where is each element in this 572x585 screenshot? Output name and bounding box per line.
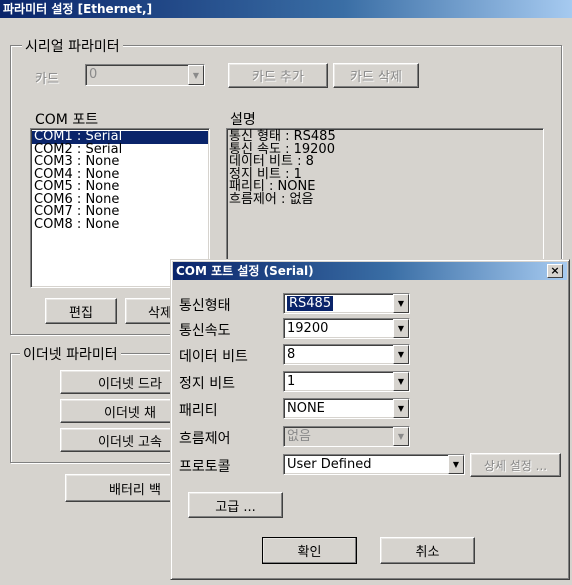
ok-button[interactable]: 확인 — [262, 537, 357, 564]
card-label: 카드 — [35, 72, 59, 87]
advanced-button[interactable]: 고급 ... — [188, 492, 283, 518]
add-card-button[interactable]: 카드 추가 — [228, 63, 328, 88]
chevron-down-icon[interactable]: ▼ — [393, 427, 409, 446]
comm-speed-label: 통신속도 — [179, 323, 231, 339]
chevron-down-icon[interactable]: ▼ — [188, 65, 204, 85]
stop-bits-label: 정지 비트 — [179, 376, 235, 392]
main-title-bar[interactable]: 파라미터 설정 [Ethernet,] — [0, 0, 572, 18]
chevron-down-icon[interactable]: ▼ — [393, 345, 409, 364]
data-bits-label: 데이터 비트 — [179, 349, 248, 365]
com-port-label: COM 포트 — [35, 112, 99, 128]
flow-control-value: 없음 — [287, 428, 311, 444]
chevron-down-icon[interactable]: ▼ — [448, 455, 464, 474]
comm-speed-select[interactable]: 19200 ▼ — [283, 318, 410, 339]
close-icon[interactable]: × — [547, 264, 563, 278]
description-line: 흐름제어 : 없음 — [229, 191, 314, 207]
chevron-down-icon[interactable]: ▼ — [393, 319, 409, 338]
protocol-label: 프로토콜 — [179, 459, 231, 475]
parity-select[interactable]: NONE ▼ — [283, 398, 410, 419]
chevron-down-icon[interactable]: ▼ — [393, 399, 409, 418]
parity-value: NONE — [287, 400, 325, 416]
ethernet-group-label: 이더넷 파라미터 — [20, 344, 121, 364]
delete-card-button[interactable]: 카드 삭제 — [333, 63, 419, 88]
parity-label: 패리티 — [179, 403, 218, 419]
dialog-title-bar[interactable]: COM 포트 설정 (Serial) — [173, 262, 567, 280]
flow-control-select[interactable]: 없음 ▼ — [283, 426, 410, 447]
data-bits-value: 8 — [287, 346, 296, 362]
cancel-button[interactable]: 취소 — [380, 537, 475, 564]
protocol-select[interactable]: User Defined ▼ — [283, 454, 465, 475]
data-bits-select[interactable]: 8 ▼ — [283, 344, 410, 365]
card-select[interactable]: 0 ▼ — [85, 64, 205, 86]
detail-settings-button[interactable]: 상세 설정 ... — [470, 453, 561, 477]
flow-control-label: 흐름제어 — [179, 431, 231, 447]
comm-type-select[interactable]: RS485 ▼ — [283, 293, 410, 314]
serial-group-label: 시리얼 파라미터 — [22, 36, 123, 56]
main-window-title: 파라미터 설정 [Ethernet,] — [3, 2, 153, 16]
card-select-value: 0 — [89, 67, 98, 82]
description-label: 설명 — [230, 112, 256, 128]
comm-type-label: 통신형태 — [179, 298, 231, 314]
stop-bits-select[interactable]: 1 ▼ — [283, 371, 410, 392]
chevron-down-icon[interactable]: ▼ — [393, 294, 409, 313]
comm-type-value: RS485 — [287, 295, 334, 311]
stop-bits-value: 1 — [287, 373, 296, 389]
chevron-down-icon[interactable]: ▼ — [393, 372, 409, 391]
list-item[interactable]: COM8 : None — [32, 218, 208, 232]
edit-button[interactable]: 편집 — [45, 298, 117, 324]
dialog-title: COM 포트 설정 (Serial) — [176, 264, 314, 278]
protocol-value: User Defined — [287, 456, 372, 472]
comm-speed-value: 19200 — [287, 320, 329, 336]
